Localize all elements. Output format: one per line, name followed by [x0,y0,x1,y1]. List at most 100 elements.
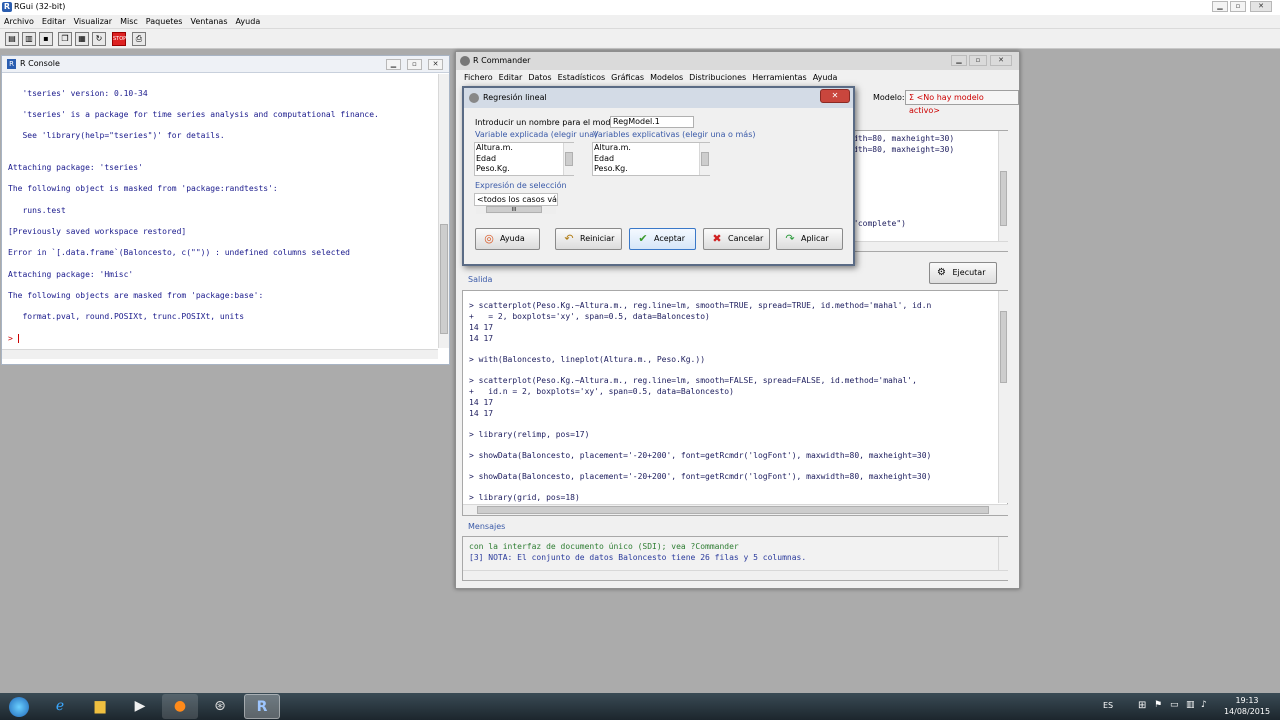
seleccion-scroll-thumb[interactable]: III [486,206,542,213]
output-hscroll-thumb[interactable] [477,506,989,514]
message-line: con la interfaz de documento único (SDI)… [469,542,739,551]
maximize-button[interactable]: ▫ [1230,1,1246,12]
aceptar-button[interactable]: ✔ Aceptar [629,228,696,250]
active-model-button[interactable]: Σ <No hay modelo activo> [905,90,1019,115]
volume-icon[interactable]: ♪ [1201,700,1207,710]
taskbar-explorer-icon[interactable]: ▆ [82,694,118,719]
taskbar-media-player-icon[interactable]: ▶ [122,694,158,719]
rcmdr-menu-modelos[interactable]: Modelos [647,71,686,84]
list-item[interactable]: Edad [475,154,573,165]
menu-visualizar[interactable]: Visualizar [70,15,117,28]
console-minimize-button[interactable]: ▁ [386,59,401,70]
explanatory-list-scrollbar[interactable] [699,143,710,175]
menu-misc[interactable]: Misc [116,15,142,28]
display-icon[interactable]: ▭ [1170,700,1179,710]
explanatory-variables-list[interactable]: Altura.m. Edad Peso.Kg. [592,142,710,176]
rcmdr-menu-editar[interactable]: Editar [496,71,526,84]
output-line: > library(grid, pos=18) [469,493,580,502]
app-title-bar: R RGui (32-bit) ▁ ▫ ✕ [0,0,1280,15]
language-indicator[interactable]: ES [1103,701,1113,710]
script-vertical-scrollbar[interactable] [998,131,1008,241]
console-line: 'tseries' is a package for time series a… [8,110,379,119]
model-name-input[interactable]: RegModel.1 [610,116,694,128]
message-line: [3] NOTA: El conjunto de datos Baloncest… [469,553,807,562]
list-item[interactable]: Peso.Kg. [593,164,709,175]
rcmdr-menu-herramientas[interactable]: Herramientas [749,71,810,84]
save-icon[interactable]: ▪ [39,32,53,46]
output-scroll-thumb[interactable] [1000,311,1007,383]
console-scroll-thumb[interactable] [440,224,448,334]
response-variable-list[interactable]: Altura.m. Edad Peso.Kg. [474,142,574,176]
rcmdr-close-button[interactable]: ✕ [990,55,1012,66]
menu-editar[interactable]: Editar [38,15,70,28]
list-item[interactable]: Altura.m. [593,143,709,154]
taskbar-steam-icon[interactable]: ⊛ [202,694,238,719]
windows-icon[interactable]: ⊞ [1138,700,1146,711]
list-item[interactable]: Altura.m. [475,143,573,154]
list-item[interactable]: Edad [593,154,709,165]
script-scroll-thumb[interactable] [1000,171,1007,226]
output-line: + id.n = 2, boxplots='xy', span=0.5, dat… [469,387,734,396]
load-workspace-icon[interactable]: ▥ [22,32,36,46]
messages-horizontal-scrollbar[interactable] [463,570,1008,580]
output-line: 14 17 [469,323,494,332]
print-icon[interactable]: ⎙ [132,32,146,46]
output-vertical-scrollbar[interactable] [998,291,1008,503]
flag-icon[interactable]: ⚑ [1154,700,1162,710]
copy-icon[interactable]: ❐ [58,32,72,46]
clock-time[interactable]: 19:13 [1222,696,1272,705]
rcmdr-minimize-button[interactable]: ▁ [951,55,967,66]
stop-icon[interactable]: STOP [112,32,126,46]
menu-ayuda[interactable]: Ayuda [232,15,265,28]
open-script-icon[interactable]: ▤ [5,32,19,46]
response-list-scrollbar[interactable] [563,143,574,175]
menu-paquetes[interactable]: Paquetes [142,15,187,28]
close-button[interactable]: ✕ [1250,1,1272,12]
network-icon[interactable]: ▥ [1186,700,1195,710]
console-line: runs.test [8,206,66,215]
console-horizontal-scrollbar[interactable] [2,349,438,359]
rcmdr-menu-estadisticos[interactable]: Estadísticos [555,71,609,84]
r-console-title: R Console [20,59,60,68]
seleccion-input[interactable]: <todos los casos válid [474,193,558,206]
ejecutar-button[interactable]: ⚙ Ejecutar [929,262,997,284]
rcmdr-menu-fichero[interactable]: Fichero [461,71,496,84]
list-item[interactable]: Peso.Kg. [475,164,573,175]
clock-date[interactable]: 14/08/2015 [1218,707,1276,716]
rcmdr-maximize-button[interactable]: ▫ [969,55,987,66]
messages-window[interactable]: con la interfaz de documento único (SDI)… [462,536,1008,581]
dialog-title-bar: Regresión lineal ✕ [464,88,853,108]
taskbar-r-icon[interactable]: R [244,694,280,719]
taskbar-firefox-icon[interactable]: ● [162,694,198,719]
windows-taskbar: ℯ ▆ ▶ ● ⊛ R ES ⊞ ⚑ ▭ ▥ ♪ 19:13 14/08/201… [0,693,1280,720]
windows-start-icon [9,697,29,717]
explanatory-list-scroll-thumb[interactable] [701,152,709,166]
console-close-button[interactable]: ✕ [428,59,443,70]
output-horizontal-scrollbar[interactable] [463,504,1008,515]
console-maximize-button[interactable]: ▫ [407,59,422,70]
aplicar-button[interactable]: ↷ Aplicar [776,228,843,250]
ayuda-button[interactable]: ◎ Ayuda [475,228,540,250]
response-list-scroll-thumb[interactable] [565,152,573,166]
rcmdr-menu-graficas[interactable]: Gráficas [608,71,647,84]
output-window[interactable]: > scatterplot(Peso.Kg.~Altura.m., reg.li… [462,290,1008,516]
console-prompt[interactable]: > [8,334,19,343]
seleccion-hscrollbar[interactable]: III [476,206,556,214]
salida-label: Salida [468,275,493,284]
messages-vertical-scrollbar[interactable] [998,537,1008,570]
minimize-button[interactable]: ▁ [1212,1,1228,12]
rcmdr-menu-ayuda[interactable]: Ayuda [810,71,841,84]
console-vertical-scrollbar[interactable] [438,74,449,348]
menu-ventanas[interactable]: Ventanas [186,15,231,28]
taskbar-ie-icon[interactable]: ℯ [42,694,78,719]
output-line: > with(Baloncesto, lineplot(Altura.m., P… [469,355,706,364]
rcmdr-menu-distribuciones[interactable]: Distribuciones [686,71,749,84]
cancelar-button[interactable]: ✖ Cancelar [703,228,770,250]
dialog-close-button[interactable]: ✕ [820,89,850,103]
menu-archivo[interactable]: Archivo [0,15,38,28]
refresh-icon[interactable]: ↻ [92,32,106,46]
start-button[interactable] [2,694,36,719]
paste-icon[interactable]: ▦ [75,32,89,46]
reiniciar-button[interactable]: ↶ Reiniciar [555,228,622,250]
rcmdr-menu-datos[interactable]: Datos [525,71,554,84]
